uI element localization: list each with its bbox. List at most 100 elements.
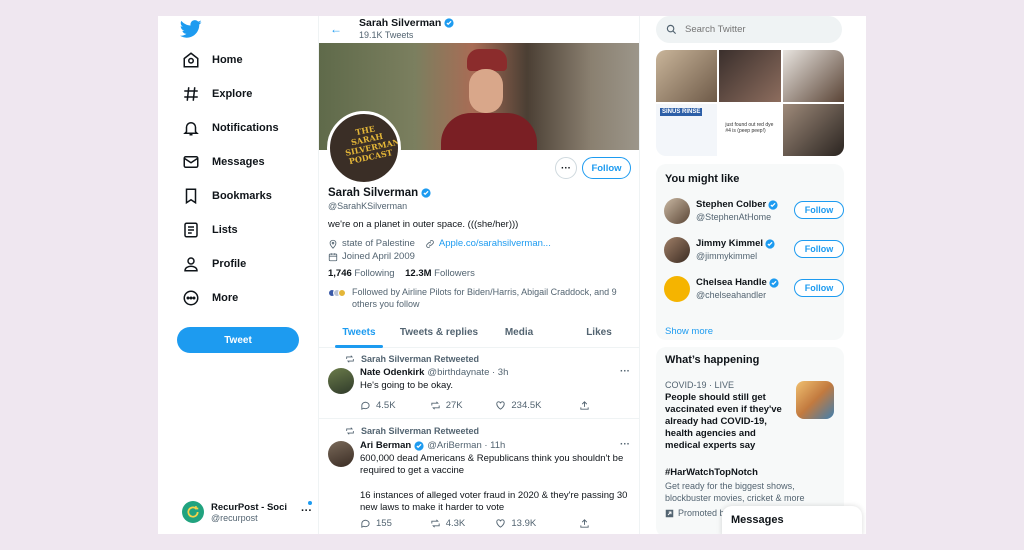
media-thumbnail[interactable] [782, 50, 844, 102]
tweet-text: 16 instances of alleged voter fraud in 2… [360, 490, 628, 513]
media-thumbnail[interactable]: SINUS RINSE [656, 104, 718, 156]
nav-bookmarks-label: Bookmarks [212, 190, 272, 202]
nav-profile[interactable]: Profile [182, 250, 246, 278]
reply-action[interactable]: 4.5K [360, 400, 430, 411]
tab-likes[interactable]: Likes [559, 322, 639, 347]
follow-button[interactable]: Follow [794, 279, 844, 297]
retweet-action[interactable]: 4.3K [430, 518, 496, 529]
followers-link[interactable]: 12.3M Followers [405, 268, 475, 279]
show-more-link[interactable]: Show more [665, 326, 713, 337]
tweet-more-icon[interactable]: ··· [620, 439, 630, 450]
right-sidebar: SINUS RINSE just found out red dye #4 is… [648, 16, 866, 534]
profile-joined: Joined April 2009 [342, 251, 415, 262]
tab-media[interactable]: Media [479, 322, 559, 347]
location-pin-icon [329, 239, 337, 249]
tab-tweets[interactable]: Tweets [319, 322, 399, 348]
trend-item[interactable]: #HarWatchTopNotch [665, 467, 793, 479]
tweet-author-name[interactable]: Nate Odenkirk [360, 367, 424, 378]
tweet-more-icon[interactable]: ··· [620, 366, 630, 377]
tweet-item[interactable]: Sarah Silverman Retweeted Nate Odenkirk … [319, 349, 639, 419]
profile-meta-row: state of Palestine Apple.co/sarahsilverm… [328, 238, 551, 249]
like-action[interactable]: 234.5K [495, 400, 579, 411]
nav-explore[interactable]: Explore [182, 80, 252, 108]
share-action[interactable] [579, 518, 590, 529]
main-column: ← Sarah Silverman 19.1K Tweets THE SARAH… [318, 16, 640, 534]
nav-home-label: Home [212, 54, 243, 66]
tab-tweets-and-replies[interactable]: Tweets & replies [399, 322, 479, 347]
tweet-actions: 4.5K 27K 234.5K [360, 400, 590, 411]
profile-more-button[interactable]: ··· [555, 157, 577, 179]
person-icon [184, 257, 198, 272]
account-switcher[interactable]: RecurPost - Soci @recurpost ··· [182, 495, 312, 529]
profile-location: state of Palestine [342, 238, 415, 249]
suggested-user-name: Jimmy Kimmel [696, 238, 764, 249]
suggested-user[interactable]: Jimmy Kimmel @jimmykimmel Follow [664, 235, 844, 265]
suggested-user-handle: @jimmykimmel [696, 251, 758, 261]
suggested-user-name-row: Chelsea Handle [696, 277, 782, 288]
profile-avatar[interactable]: THE SARAH SILVERMAN PODCAST [327, 111, 401, 185]
retweet-action[interactable]: 27K [430, 400, 496, 411]
like-count: 13.9K [511, 518, 537, 529]
profile-follow-button[interactable]: Follow [582, 157, 631, 179]
retweet-count: 4.3K [445, 518, 466, 529]
profile-media-grid: SINUS RINSE just found out red dye #4 is… [656, 50, 844, 156]
retweet-indicator: Sarah Silverman Retweeted [345, 426, 479, 436]
twitter-window: Home Explore Notifications Messages Book… [158, 16, 866, 534]
trend-description: Get ready for the biggest shows, blockbu… [665, 481, 805, 503]
follow-button[interactable]: Follow [794, 201, 844, 219]
following-label: Following [354, 268, 395, 279]
hashtag-icon [184, 87, 198, 101]
nav-home[interactable]: Home [182, 46, 243, 74]
trend-item[interactable]: People should still get vaccinated even … [665, 392, 793, 452]
media-thumbnail[interactable] [656, 50, 718, 102]
twitter-bird-icon[interactable] [180, 18, 202, 40]
followed-by-text: Followed by Airline Pilots for Biden/Har… [352, 287, 617, 309]
back-arrow-icon[interactable]: ← [330, 22, 342, 36]
header-tweet-count: 19.1K Tweets [359, 30, 414, 40]
calendar-icon [328, 252, 338, 261]
account-name: RecurPost - Soci [211, 501, 288, 513]
tweet-text: He's going to be okay. [360, 380, 454, 391]
like-count: 234.5K [511, 400, 542, 411]
tweet-author-avatar[interactable] [328, 368, 354, 394]
avatar-podcast-text: THE SARAH SILVERMAN PODCAST [344, 123, 401, 167]
tweet-author-name[interactable]: Ari Berman [360, 440, 411, 451]
nav-lists[interactable]: Lists [182, 216, 238, 244]
recurpost-logo-icon [187, 506, 199, 518]
suggested-user[interactable]: Chelsea Handle @chelseahandler Follow [664, 274, 844, 304]
account-avatar [182, 501, 204, 523]
messages-drawer[interactable]: Messages [722, 506, 862, 534]
nav-bookmarks[interactable]: Bookmarks [182, 182, 272, 210]
tweet-item[interactable]: Sarah Silverman Retweeted Ari Berman @Ar… [319, 420, 639, 534]
reply-count: 4.5K [376, 400, 396, 411]
profile-link[interactable]: Apple.co/sarahsilverman... [439, 238, 551, 249]
reply-action[interactable]: 155 [360, 518, 430, 529]
nav-messages[interactable]: Messages [182, 148, 265, 176]
reply-icon [361, 519, 370, 528]
trend-thumbnail[interactable] [796, 381, 834, 419]
share-action[interactable] [579, 400, 590, 411]
follow-button[interactable]: Follow [794, 240, 844, 258]
followed-by[interactable]: Followed by Airline Pilots for Biden/Har… [328, 286, 628, 310]
account-more-icon[interactable]: ··· [301, 505, 312, 517]
nav-more[interactable]: More [182, 284, 238, 312]
profile-name-row: Sarah Silverman [328, 187, 431, 199]
search-icon [666, 24, 677, 35]
tweet-author-avatar[interactable] [328, 441, 354, 467]
bell-icon [183, 122, 199, 136]
media-thumbnail[interactable] [719, 50, 781, 102]
account-handle: @recurpost [211, 512, 258, 523]
tweet-header: Ari Berman @AriBerman · 11h [360, 440, 505, 451]
suggested-user[interactable]: Stephen Colber @StephenAtHome Follow [664, 196, 844, 226]
nav-notifications[interactable]: Notifications [182, 114, 279, 142]
verified-badge-icon [765, 238, 775, 249]
banner-face [469, 69, 503, 113]
tweet-button[interactable]: Tweet [177, 327, 299, 353]
verified-badge-icon [769, 277, 779, 288]
media-thumbnail[interactable] [782, 104, 844, 156]
search-box[interactable] [656, 16, 842, 43]
search-input[interactable] [685, 24, 825, 35]
following-link[interactable]: 1,746 Following [328, 268, 395, 279]
like-action[interactable]: 13.9K [495, 518, 579, 529]
media-thumbnail[interactable]: just found out red dye #4 is (peep peep!… [719, 104, 781, 156]
